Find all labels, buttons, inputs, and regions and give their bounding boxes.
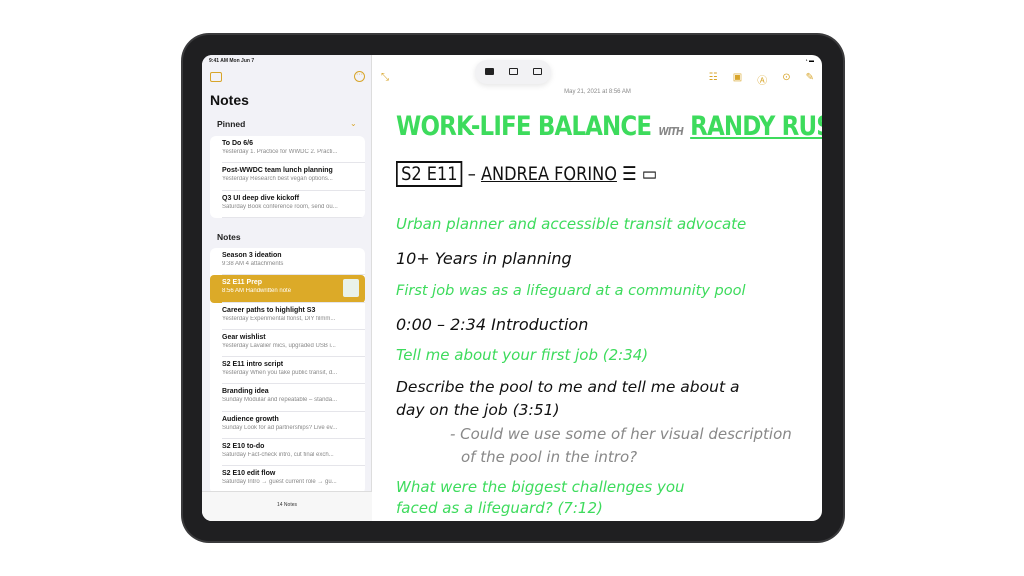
note-preview: Yesterday Research best vegan options... <box>222 176 333 183</box>
note-preview: Saturday Intro → guest current role → gu… <box>222 479 337 486</box>
note-line: Describe the pool to me and tell me abou… <box>396 378 740 396</box>
slide-over-icon[interactable] <box>533 68 542 75</box>
note-title: Branding idea <box>222 388 269 396</box>
notes-count: 14 Notes <box>202 491 372 521</box>
compose-icon[interactable]: ✎ <box>806 72 814 87</box>
episode-line: S2 E11 – ANDREA FORINO ☰ ▭ <box>396 161 657 187</box>
notes-list: Season 3 ideation 9:38 AM 4 attachments S2… <box>210 248 365 494</box>
note-title: To Do 6/6 <box>222 140 253 147</box>
note-title: Audience growth <box>222 415 279 423</box>
note-preview: Yesterday Lavalier mics, upgraded USB i.… <box>222 342 336 349</box>
sidebar-toggle-icon[interactable] <box>210 72 222 82</box>
note-title: S2 E11 intro script <box>222 361 284 369</box>
note-preview: Sunday Modular and repeatable – standa..… <box>222 397 338 404</box>
note-list-item[interactable]: Post-WWDC team lunch planning Yesterday R… <box>210 163 365 191</box>
note-line: day on the job (3:51) <box>396 401 560 419</box>
note-title: Post-WWDC team lunch planning <box>222 167 333 175</box>
note-line: of the pool in the intro? <box>461 448 638 466</box>
note-line: 0:00 – 2:34 Introduction <box>396 315 589 334</box>
note-list-item[interactable]: To Do 6/6 Yesterday 1. Practice for WWDC … <box>210 136 365 164</box>
train-icon: ▭ <box>641 163 657 185</box>
note-line: What were the biggest challenges you <box>396 478 685 496</box>
note-preview: Yesterday 1. Practice for WWDC 2. Practi… <box>222 149 338 155</box>
note-list-item[interactable]: Season 3 ideation 9:38 AM 4 attachments <box>210 248 365 276</box>
note-title: S2 E10 to-do <box>222 443 265 451</box>
note-preview: Saturday Fact-check intro, cut final exc… <box>222 452 334 459</box>
note-list-item[interactable]: Career paths to highlight S3 Yesterday Ex… <box>210 303 365 331</box>
screen: 9:41 AM Mon Jun 7 ··· Notes Pinned ⌄ To … <box>202 55 822 521</box>
note-title: Q3 UI deep dive kickoff <box>222 194 300 202</box>
pinned-list: To Do 6/6 Yesterday 1. Practice for WWDC … <box>210 136 365 218</box>
camera-icon[interactable]: ▣ <box>733 72 742 87</box>
note-preview: 9:38 AM 4 attachments <box>222 261 284 267</box>
note-title: WORK-LIFE BALANCE WITH RANDY RUSSO <box>396 111 822 142</box>
note-list-item[interactable]: Q3 UI deep dive kickoff Saturday Book con… <box>210 191 365 218</box>
note-list-item[interactable]: Branding idea Sunday Modular and repeatab… <box>210 384 365 413</box>
note-title: Gear wishlist <box>222 333 266 341</box>
multitasking-menu <box>475 60 551 84</box>
note-preview: Saturday Book conference room, send ou..… <box>222 203 338 210</box>
page-title: Notes <box>210 92 249 108</box>
note-line: First job was as a lifeguard at a commun… <box>396 283 746 299</box>
note-line: Tell me about your first job (2:34) <box>396 346 649 364</box>
note-list-item[interactable]: Audience growth Sunday Look for ad partne… <box>210 412 365 440</box>
chevron-down-icon[interactable]: ⌄ <box>350 119 357 128</box>
note-title: Season 3 ideation <box>222 252 282 259</box>
note-list-item[interactable]: S2 E11 intro script Yesterday When you ta… <box>210 357 365 385</box>
note-list-item[interactable]: Gear wishlist Yesterday Lavalier mics, up… <box>210 330 365 358</box>
note-preview: Sunday Look for ad partnerships? Live ev… <box>222 424 338 431</box>
note-preview: Yesterday When you take public transit, … <box>222 370 338 377</box>
note-list-item[interactable]: S2 E10 to-do Saturday Fact-check intro, c… <box>210 439 365 467</box>
note-list-item[interactable]: S2 E10 edit flow Saturday Intro → guest c… <box>210 466 365 494</box>
markup-icon[interactable]: Ⓐ <box>757 72 767 87</box>
note-date: May 21, 2021 at 8:56 AM <box>564 89 631 95</box>
note-thumbnail <box>343 279 359 298</box>
note-preview: Yesterday Experimental florist, DIY film… <box>222 315 336 322</box>
note-list-item[interactable]: S2 E11 Prep 8:56 AM Handwritten note <box>210 275 365 303</box>
expand-icon[interactable]: ⤡ <box>381 72 389 83</box>
notes-sidebar: 9:41 AM Mon Jun 7 ··· Notes Pinned ⌄ To … <box>202 55 372 521</box>
note-title: S2 E10 edit flow <box>222 470 276 478</box>
notes-header: Notes <box>217 232 241 242</box>
split-view-icon[interactable] <box>509 68 518 75</box>
note-line: Urban planner and accessible transit adv… <box>396 215 747 233</box>
pinned-header[interactable]: Pinned <box>217 119 245 129</box>
more-icon[interactable]: ··· <box>354 71 365 82</box>
note-line: 10+ Years in planning <box>396 249 572 268</box>
more-options-icon[interactable]: ⊙ <box>782 72 790 87</box>
checklist-icon[interactable]: ☷ <box>709 72 718 87</box>
status-time: 9:41 AM Mon Jun 7 <box>209 58 255 64</box>
note-line: faced as a lifeguard? (7:12) <box>396 499 603 517</box>
note-title: Career paths to highlight S3 <box>222 306 316 314</box>
note-line: - Could we use some of her visual descri… <box>450 425 792 443</box>
note-editor[interactable]: ◔ ▬ ⤡ ☷ ▣ Ⓐ ⊙ ✎ May 21, 2021 at 8:56 AM … <box>373 55 822 521</box>
wifi-battery-icon: ◔ ▬ <box>804 58 814 64</box>
fullscreen-icon[interactable] <box>485 68 494 75</box>
